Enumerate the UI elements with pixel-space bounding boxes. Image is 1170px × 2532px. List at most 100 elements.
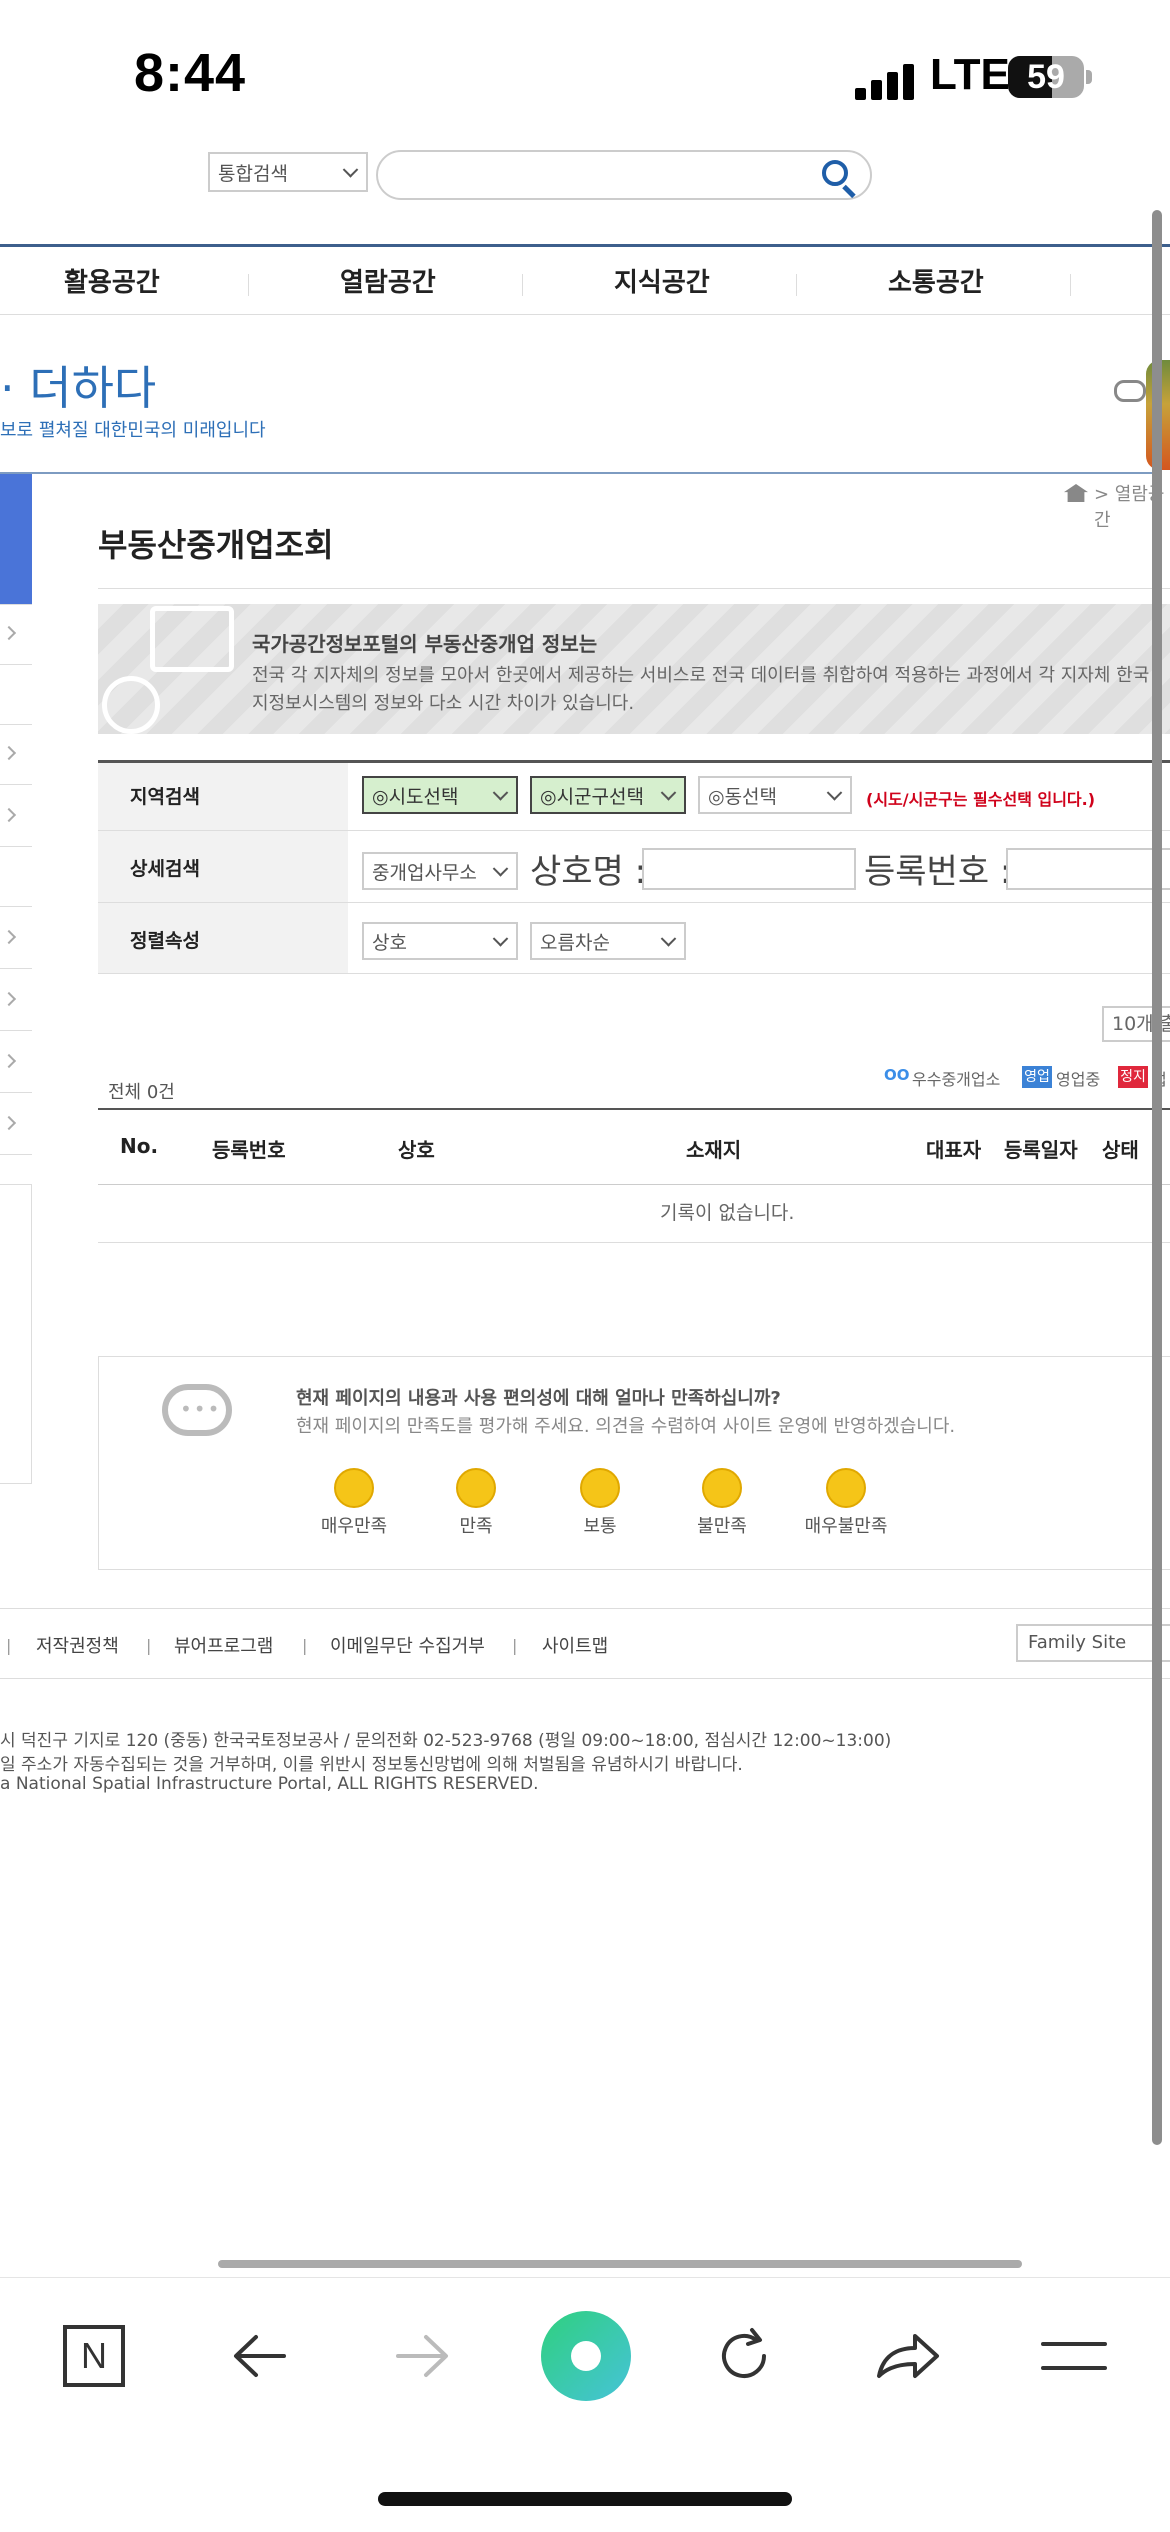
search-input[interactable] bbox=[376, 150, 872, 200]
info-title: 국가공간정보포털의 부동산중개업 정보는 bbox=[252, 632, 598, 656]
chevron-down-icon bbox=[660, 785, 677, 801]
chevron-right-icon[interactable] bbox=[1, 1053, 17, 1069]
nav-item-2[interactable]: 열람공간 bbox=[340, 262, 436, 299]
info-text: 전국 각 지자체의 정보를 모아서 한곳에서 제공하는 서비스로 전국 데이터를… bbox=[252, 662, 1170, 718]
nav-separator bbox=[248, 274, 249, 296]
sidebar-active-item[interactable] bbox=[0, 474, 32, 604]
arrow-right-icon bbox=[396, 2335, 448, 2377]
footer-copyright: a National Spatial Infrastructure Portal… bbox=[0, 1774, 539, 1794]
sidebar-divider bbox=[0, 664, 32, 665]
home-icon[interactable] bbox=[1064, 484, 1088, 502]
home-indicator bbox=[378, 2492, 792, 2506]
chevron-right-icon[interactable] bbox=[1, 929, 17, 945]
satisfied-emoji-icon[interactable] bbox=[456, 1468, 496, 1508]
naver-home-button[interactable]: N bbox=[44, 2308, 144, 2404]
dong-select[interactable]: ◎동선택 bbox=[698, 776, 852, 814]
form-row-divider bbox=[98, 973, 1170, 974]
family-site-select[interactable]: Family Site bbox=[1016, 1624, 1170, 1662]
forward-button[interactable] bbox=[372, 2308, 472, 2404]
green-dot-button[interactable] bbox=[536, 2308, 636, 2404]
footer-link-email-refusal[interactable]: 이메일무단 수집거부 bbox=[330, 1632, 485, 1658]
nav-separator bbox=[796, 274, 797, 296]
footer-link-viewer[interactable]: 뷰어프로그램 bbox=[174, 1632, 273, 1658]
search-scope-value: 통합검색 bbox=[218, 162, 288, 185]
sido-select[interactable]: ◎시도선택 bbox=[362, 776, 518, 814]
chevron-right-icon[interactable] bbox=[1, 625, 17, 641]
search-icon[interactable] bbox=[822, 160, 848, 186]
info-line-1: 전국 각 지자체의 정보를 모아서 한곳에서 제공하는 서비스로 전국 데이터를… bbox=[252, 665, 1150, 686]
sidebar-divider bbox=[0, 604, 32, 605]
option-dissatisfied[interactable]: 불만족 bbox=[662, 1512, 782, 1538]
form-row-divider bbox=[98, 830, 1170, 831]
dissatisfied-emoji-icon[interactable] bbox=[702, 1468, 742, 1508]
column-no: No. bbox=[120, 1134, 159, 1158]
office-type-select[interactable]: 중개업사무소 bbox=[362, 852, 518, 890]
option-very-satisfied[interactable]: 매우만족 bbox=[294, 1512, 414, 1538]
menu-button[interactable] bbox=[1024, 2308, 1124, 2404]
business-name-input[interactable] bbox=[642, 848, 856, 890]
chevron-down-icon bbox=[492, 861, 509, 877]
vertical-scrollbar[interactable] bbox=[1152, 210, 1162, 2145]
reg-number-input[interactable] bbox=[1006, 848, 1170, 890]
footer-separator: | bbox=[6, 1636, 12, 1655]
search-scope-select[interactable]: 통합검색 bbox=[208, 152, 368, 192]
footer-separator: | bbox=[146, 1636, 152, 1655]
chevron-right-icon[interactable] bbox=[1, 807, 17, 823]
nav-item-3[interactable]: 지식공간 bbox=[614, 262, 710, 299]
page-title: 부동산중개업조회 bbox=[98, 526, 334, 564]
nav-item-4[interactable]: 소통공간 bbox=[888, 262, 984, 299]
column-address: 소재지 bbox=[686, 1138, 742, 1162]
open-status-chip: 영업 bbox=[1022, 1066, 1052, 1088]
footer-link-sitemap[interactable]: 사이트맵 bbox=[542, 1632, 608, 1658]
sidebar-divider bbox=[0, 1092, 32, 1093]
share-icon bbox=[877, 2334, 939, 2378]
sort-field-select[interactable]: 상호 bbox=[362, 922, 518, 960]
chevron-right-icon[interactable] bbox=[1, 745, 17, 761]
table-bottom-border bbox=[98, 1242, 1170, 1243]
banner-subtitle: 보로 펼쳐질 대한민국의 미래입니다 bbox=[0, 420, 266, 441]
battery-tip bbox=[1086, 70, 1092, 84]
sort-order-select[interactable]: 오름차순 bbox=[530, 922, 686, 960]
chevron-right-icon[interactable] bbox=[1, 1115, 17, 1131]
form-row-divider bbox=[98, 902, 1170, 903]
table-top-border bbox=[98, 1108, 1170, 1110]
neutral-emoji-icon[interactable] bbox=[580, 1468, 620, 1508]
office-type-value: 중개업사무소 bbox=[372, 861, 477, 884]
column-reg-date: 등록일자 bbox=[1004, 1138, 1078, 1162]
sidebar-divider bbox=[0, 906, 32, 907]
green-dot-icon bbox=[541, 2311, 631, 2401]
chevron-right-icon[interactable] bbox=[1, 991, 17, 1007]
very-satisfied-emoji-icon[interactable] bbox=[334, 1468, 374, 1508]
horizontal-scrollbar[interactable] bbox=[218, 2260, 1022, 2268]
chevron-down-icon bbox=[342, 162, 359, 178]
excellent-broker-icon: OO bbox=[884, 1066, 910, 1084]
very-dissatisfied-emoji-icon[interactable] bbox=[826, 1468, 866, 1508]
chevron-down-icon bbox=[492, 931, 509, 947]
info-line-2: 지정보시스템의 정보와 다소 시간 차이가 있습니다. bbox=[252, 693, 635, 714]
reg-number-label: 등록번호 : bbox=[864, 852, 1012, 892]
toolbar-divider bbox=[0, 2277, 1170, 2278]
refresh-button[interactable] bbox=[694, 2308, 794, 2404]
option-very-dissatisfied[interactable]: 매우불만족 bbox=[786, 1512, 906, 1538]
sort-field-value: 상호 bbox=[372, 931, 407, 954]
chevron-down-icon bbox=[826, 785, 843, 801]
nav-item-1[interactable]: 활용공간 bbox=[64, 262, 160, 299]
column-status: 상태 bbox=[1102, 1138, 1139, 1162]
hamburger-menu-icon bbox=[1041, 2342, 1107, 2370]
option-satisfied[interactable]: 만족 bbox=[416, 1512, 536, 1538]
banner-divider bbox=[0, 472, 1160, 474]
back-button[interactable] bbox=[210, 2308, 310, 2404]
sigungu-select-value: ◎시군구선택 bbox=[540, 785, 644, 808]
share-button[interactable] bbox=[858, 2308, 958, 2404]
option-neutral[interactable]: 보통 bbox=[540, 1512, 660, 1538]
nav-bottom-border bbox=[0, 314, 1170, 315]
network-type: LTE bbox=[930, 50, 1010, 99]
signal-icon bbox=[855, 60, 915, 100]
refresh-icon bbox=[722, 2328, 766, 2378]
sidebar-divider bbox=[0, 1154, 32, 1155]
nav-separator bbox=[522, 274, 523, 296]
column-business-name: 상호 bbox=[398, 1138, 435, 1162]
footer-link-copyright[interactable]: 저작권정책 bbox=[36, 1632, 119, 1658]
sidebar-divider bbox=[0, 784, 32, 785]
sigungu-select[interactable]: ◎시군구선택 bbox=[530, 776, 686, 814]
